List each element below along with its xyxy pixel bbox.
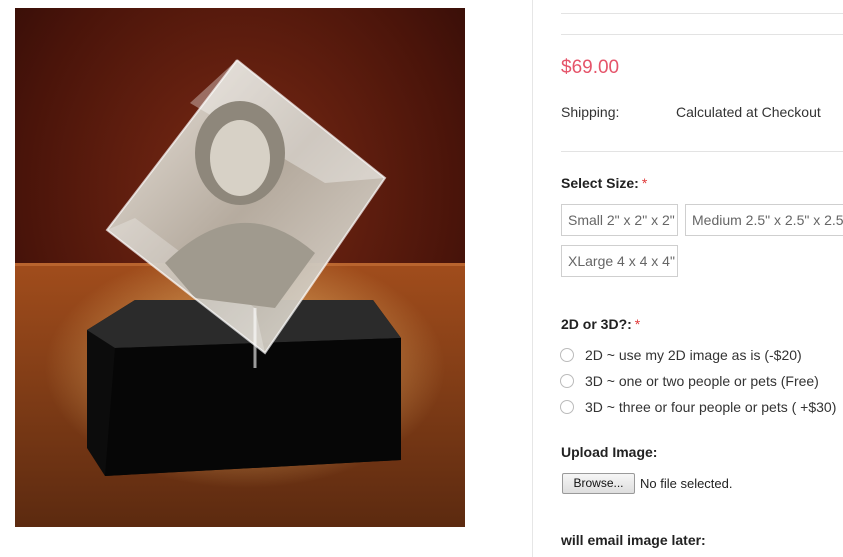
size-option-small[interactable]: Small 2" x 2" x 2" — [561, 204, 678, 236]
radio-button[interactable] — [560, 400, 574, 414]
radio-button[interactable] — [560, 348, 574, 362]
radio-button[interactable] — [560, 374, 574, 388]
select-size-label-text: Select Size: — [561, 175, 639, 191]
file-status: No file selected. — [640, 476, 733, 491]
dimension-option-label: 3D ~ three or four people or pets ( +$30… — [585, 399, 837, 415]
dimension-option-label: 2D ~ use my 2D image as is (-$20) — [585, 347, 802, 363]
size-option-xlarge[interactable]: XLarge 4 x 4 x 4" — [561, 245, 678, 277]
dimension-option-2d[interactable]: 2D ~ use my 2D image as is (-$20) — [560, 347, 802, 363]
upload-image-label: Upload Image: — [561, 444, 658, 460]
required-mark: * — [634, 316, 641, 332]
product-photo — [15, 8, 465, 527]
divider-price-top — [561, 34, 843, 35]
shipping-value: Calculated at Checkout — [676, 104, 821, 120]
email-later-label: will email image later: — [561, 532, 706, 548]
dimension-label: 2D or 3D?: * — [561, 316, 640, 332]
dimension-option-3d-two[interactable]: 3D ~ one or two people or pets (Free) — [560, 373, 819, 389]
browse-button[interactable]: Browse... — [562, 473, 635, 494]
required-mark: * — [641, 175, 648, 191]
price: $69.00 — [561, 57, 620, 78]
dimension-option-3d-four[interactable]: 3D ~ three or four people or pets ( +$30… — [560, 399, 836, 415]
select-size-label: Select Size: * — [561, 175, 647, 191]
dimension-label-text: 2D or 3D?: — [561, 316, 632, 332]
column-divider — [532, 0, 533, 557]
divider-shipping — [561, 151, 843, 152]
shipping-label: Shipping: — [561, 104, 620, 120]
size-option-medium[interactable]: Medium 2.5" x 2.5" x 2.5" — [685, 204, 843, 236]
dimension-option-label: 3D ~ one or two people or pets (Free) — [585, 373, 819, 389]
divider-top — [561, 13, 843, 14]
